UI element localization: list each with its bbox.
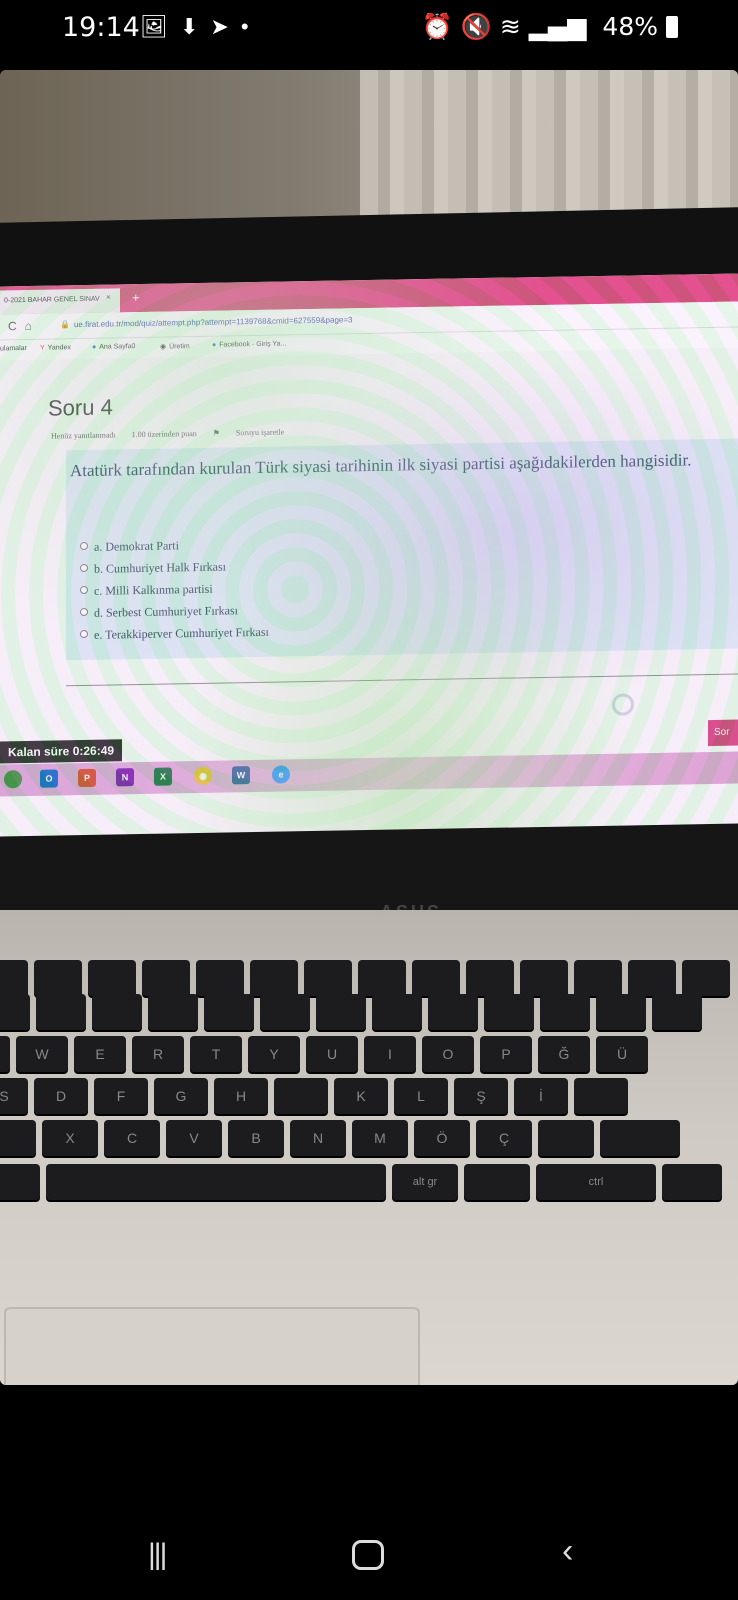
flag-label: Soruyu işaretle [235, 427, 285, 438]
question-box: Atatürk tarafından kurulan Türk siyasi t… [66, 438, 738, 661]
reload-icon[interactable]: C [8, 319, 17, 333]
radio-button[interactable] [80, 563, 88, 573]
radio-button[interactable] [80, 541, 88, 551]
question-points: 1.00 üzerinden puan [131, 429, 197, 440]
divider [66, 673, 738, 687]
curtain [360, 70, 738, 230]
key-row: XCVBNMÖÇ [0, 1120, 686, 1158]
telegram-icon: ➤ [210, 14, 229, 39]
bookmark-home[interactable]: ● Ana Sayfa0 [92, 343, 135, 351]
option-c[interactable]: c. Milli Kalkınma partisi [80, 581, 269, 599]
bookmark-uretim[interactable]: ◉ Üretim [160, 342, 190, 351]
question-number: Soru 4 [48, 394, 113, 421]
keyboard: WERTYUIOPĞÜ SDFGHKLŞİ XCVBNMÖÇ alt gr ctr… [0, 960, 738, 1210]
quiz-timer: Kalan süre 0:26:49 [0, 739, 123, 764]
option-label: a. Demokrat Parti [94, 538, 179, 554]
download-icon: ⬇ [179, 14, 199, 39]
radio-button[interactable] [80, 629, 88, 639]
next-page-button[interactable]: Sor [708, 719, 738, 747]
start-icon[interactable] [4, 770, 22, 789]
answer-options: a. Demokrat Parti b. Cumhuriyet Halk Fır… [80, 537, 269, 650]
lock-icon: 🔒 [60, 320, 70, 330]
option-label: e. Terakkiperver Cumhuriyet Fırkası [94, 624, 269, 642]
bookmark-label: Yandex [47, 344, 71, 352]
status-bar: 19:14 🖼 ⬇ ➤ • ⏰ 🔇 ≋ ▂▄▆ 48% [0, 0, 738, 60]
question-text: Atatürk tarafından kurulan Türk siyasi t… [70, 450, 692, 481]
battery-level: 48% [602, 12, 658, 41]
bookmark-apps[interactable]: ulamalar [0, 345, 27, 352]
onenote-icon[interactable]: N [116, 768, 134, 787]
recent-apps-button[interactable]: ||| [148, 1538, 167, 1572]
option-label: c. Milli Kalkınma partisi [94, 581, 213, 598]
powerpoint-icon[interactable]: P [78, 768, 96, 788]
system-icons: ⏰ 🔇 ≋ ▂▄▆ 48% [414, 12, 678, 42]
bookmark-yandex[interactable]: Y Yandex [40, 344, 71, 352]
option-label: d. Serbest Cumhuriyet Fırkası [94, 603, 238, 620]
notification-icons: 🖼 ⬇ ➤ • [140, 14, 261, 40]
option-e[interactable]: e. Terakkiperver Cumhuriyet Fırkası [80, 625, 269, 643]
excel-icon[interactable]: X [154, 767, 172, 786]
option-a[interactable]: a. Demokrat Parti [80, 537, 269, 555]
facebook-icon: ● [92, 343, 97, 351]
chrome-icon[interactable]: ◉ [194, 766, 212, 786]
home-button[interactable] [352, 1540, 384, 1570]
url-field[interactable]: 🔒 ue.firat.edu.tr/mod/quiz/attempt.php?at… [60, 315, 352, 329]
radio-button[interactable] [80, 585, 88, 595]
back-button[interactable]: ‹ [562, 1532, 573, 1571]
url-text: ue.firat.edu.tr/mod/quiz/attempt.php?att… [73, 315, 353, 330]
key-row [0, 960, 736, 998]
flag-icon: ⚑ [212, 428, 222, 438]
wifi-icon: ≋ [499, 12, 521, 41]
globe-icon: ◉ [160, 343, 167, 351]
mute-icon: 🔇 [460, 12, 492, 41]
option-b[interactable]: b. Cumhuriyet Halk Fırkası [80, 559, 269, 577]
signal-icon: ▂▄▆ [528, 12, 587, 41]
option-d[interactable]: d. Serbest Cumhuriyet Fırkası [80, 603, 269, 621]
tab-title: 0-2021 BAHAR GENEL SINAV [4, 295, 100, 305]
image-icon: 🖼 [140, 14, 168, 39]
laptop-screen: 0-2021 BAHAR GENEL SINAV × + C ⌂ 🔒 ue.fira… [0, 273, 738, 847]
laptop-keyboard-deck: WERTYUIOPĞÜ SDFGHKLŞİ XCVBNMÖÇ alt gr ctr… [0, 910, 738, 1385]
alarm-icon: ⏰ [421, 12, 453, 41]
touchpad [4, 1307, 420, 1385]
dot-icon: • [240, 14, 249, 39]
home-icon[interactable]: ⌂ [25, 319, 32, 333]
word-icon[interactable]: W [232, 766, 250, 785]
bookmark-label: Facebook - Giriş Ya... [219, 340, 287, 349]
clock: 19:14 [62, 12, 140, 43]
answer-status: Henüz yanıtlanmadı [51, 430, 116, 441]
photo: 0-2021 BAHAR GENEL SINAV × + C ⌂ 🔒 ue.fira… [0, 70, 738, 1385]
nav-buttons: C ⌂ [8, 319, 40, 333]
key-row: SDFGHKLŞİ [0, 1078, 634, 1116]
flag-question[interactable]: ⚑ Soruyu işaretle [213, 427, 298, 437]
outlook-icon[interactable]: O [40, 769, 58, 788]
edge-icon[interactable]: e [272, 765, 290, 784]
android-nav-bar: ||| ‹ [0, 1520, 738, 1590]
facebook-icon: ● [212, 341, 217, 349]
bookmark-label: Üretim [169, 343, 190, 351]
radio-button[interactable] [80, 607, 88, 617]
browser-tab[interactable]: 0-2021 BAHAR GENEL SINAV [0, 288, 120, 315]
option-label: b. Cumhuriyet Halk Fırkası [94, 559, 226, 576]
bookmark-facebook[interactable]: ● Facebook - Giriş Ya... [212, 340, 286, 348]
key-row: alt gr ctrl [0, 1164, 728, 1202]
battery-icon [666, 16, 678, 38]
key-icon [612, 693, 634, 716]
key-row [0, 994, 708, 1032]
bookmark-label: Ana Sayfa0 [99, 343, 136, 351]
yandex-icon: Y [40, 344, 45, 352]
close-tab-icon[interactable]: × [106, 293, 111, 302]
question-info: Henüz yanıtlanmadı 1.00 üzerinden puan ⚑… [51, 427, 312, 441]
new-tab-button[interactable]: + [132, 290, 140, 305]
key-row: WERTYUIOPĞÜ [0, 1036, 654, 1074]
quiz-header: Soru 4 Henüz yanıtlanmadı 1.00 üzerinden… [48, 394, 284, 440]
